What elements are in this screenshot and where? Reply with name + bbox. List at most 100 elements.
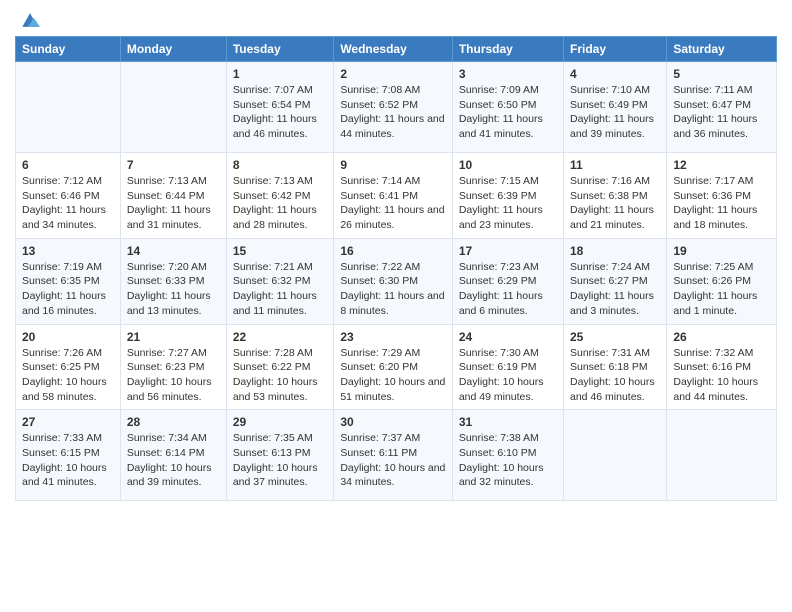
- calendar-cell: 29 Sunrise: 7:35 AMSunset: 6:13 PMDayligh…: [226, 410, 333, 501]
- calendar-cell: 14Sunrise: 7:20 AMSunset: 6:33 PMDayligh…: [120, 238, 226, 324]
- calendar-cell: 10Sunrise: 7:15 AMSunset: 6:39 PMDayligh…: [452, 153, 563, 239]
- day-number: 19: [673, 244, 770, 258]
- calendar-table: SundayMondayTuesdayWednesdayThursdayFrid…: [15, 36, 777, 501]
- calendar-cell: 18 Sunrise: 7:24 AMSunset: 6:27 PMDayligh…: [564, 238, 667, 324]
- day-number: 20: [22, 330, 114, 344]
- cell-content: Sunrise: 7:30 AMSunset: 6:19 PMDaylight:…: [459, 346, 557, 405]
- cell-content: Sunrise: 7:09 AMSunset: 6:50 PMDaylight:…: [459, 83, 557, 142]
- calendar-cell: 8 Sunrise: 7:13 AMSunset: 6:42 PMDaylight…: [226, 153, 333, 239]
- calendar-cell: 12 Sunrise: 7:17 AMSunset: 6:36 PMDayligh…: [667, 153, 777, 239]
- cell-content: Sunrise: 7:21 AMSunset: 6:32 PMDaylight:…: [233, 260, 327, 319]
- cell-content: Sunrise: 7:25 AMSunset: 6:26 PMDaylight:…: [673, 260, 770, 319]
- calendar-cell: 21 Sunrise: 7:27 AMSunset: 6:23 PMDayligh…: [120, 324, 226, 410]
- day-header: Tuesday: [226, 37, 333, 62]
- day-number: 9: [340, 158, 446, 172]
- cell-content: Sunrise: 7:13 AMSunset: 6:44 PMDaylight:…: [127, 174, 220, 233]
- calendar-cell: 22 Sunrise: 7:28 AMSunset: 6:22 PMDayligh…: [226, 324, 333, 410]
- day-number: 30: [340, 415, 446, 429]
- cell-content: Sunrise: 7:37 AMSunset: 6:11 PMDaylight:…: [340, 431, 446, 490]
- calendar-week-row: 27Sunrise: 7:33 AMSunset: 6:15 PMDayligh…: [16, 410, 777, 501]
- day-number: 26: [673, 330, 770, 344]
- day-number: 14: [127, 244, 220, 258]
- calendar-cell: 3Sunrise: 7:09 AMSunset: 6:50 PMDaylight…: [452, 62, 563, 153]
- calendar-cell: 16Sunrise: 7:22 AMSunset: 6:30 PMDayligh…: [334, 238, 453, 324]
- cell-content: Sunrise: 7:08 AMSunset: 6:52 PMDaylight:…: [340, 83, 446, 142]
- day-number: 16: [340, 244, 446, 258]
- cell-content: Sunrise: 7:24 AMSunset: 6:27 PMDaylight:…: [570, 260, 660, 319]
- day-header: Friday: [564, 37, 667, 62]
- calendar-cell: [667, 410, 777, 501]
- calendar-cell: 9 Sunrise: 7:14 AMSunset: 6:41 PMDaylight…: [334, 153, 453, 239]
- cell-content: Sunrise: 7:28 AMSunset: 6:22 PMDaylight:…: [233, 346, 327, 405]
- day-number: 7: [127, 158, 220, 172]
- cell-content: Sunrise: 7:27 AMSunset: 6:23 PMDaylight:…: [127, 346, 220, 405]
- calendar-cell: 15Sunrise: 7:21 AMSunset: 6:32 PMDayligh…: [226, 238, 333, 324]
- cell-content: Sunrise: 7:16 AMSunset: 6:38 PMDaylight:…: [570, 174, 660, 233]
- day-header: Sunday: [16, 37, 121, 62]
- day-header: Thursday: [452, 37, 563, 62]
- cell-content: Sunrise: 7:14 AMSunset: 6:41 PMDaylight:…: [340, 174, 446, 233]
- cell-content: Sunrise: 7:10 AMSunset: 6:49 PMDaylight:…: [570, 83, 660, 142]
- calendar-cell: 23 Sunrise: 7:29 AMSunset: 6:20 PMDayligh…: [334, 324, 453, 410]
- calendar-cell: 26 Sunrise: 7:32 AMSunset: 6:16 PMDayligh…: [667, 324, 777, 410]
- calendar-cell: 1Sunrise: 7:07 AMSunset: 6:54 PMDaylight…: [226, 62, 333, 153]
- day-number: 4: [570, 67, 660, 81]
- day-header: Wednesday: [334, 37, 453, 62]
- day-header: Monday: [120, 37, 226, 62]
- cell-content: Sunrise: 7:11 AMSunset: 6:47 PMDaylight:…: [673, 83, 770, 142]
- day-number: 12: [673, 158, 770, 172]
- header-row: SundayMondayTuesdayWednesdayThursdayFrid…: [16, 37, 777, 62]
- calendar-cell: 19 Sunrise: 7:25 AMSunset: 6:26 PMDayligh…: [667, 238, 777, 324]
- calendar-cell: 27Sunrise: 7:33 AMSunset: 6:15 PMDayligh…: [16, 410, 121, 501]
- cell-content: Sunrise: 7:17 AMSunset: 6:36 PMDaylight:…: [673, 174, 770, 233]
- day-number: 28: [127, 415, 220, 429]
- calendar-cell: 20 Sunrise: 7:26 AMSunset: 6:25 PMDayligh…: [16, 324, 121, 410]
- day-number: 8: [233, 158, 327, 172]
- calendar-cell: 2 Sunrise: 7:08 AMSunset: 6:52 PMDaylight…: [334, 62, 453, 153]
- day-number: 5: [673, 67, 770, 81]
- calendar-cell: 13Sunrise: 7:19 AMSunset: 6:35 PMDayligh…: [16, 238, 121, 324]
- calendar-cell: [120, 62, 226, 153]
- cell-content: Sunrise: 7:26 AMSunset: 6:25 PMDaylight:…: [22, 346, 114, 405]
- calendar-cell: 25 Sunrise: 7:31 AMSunset: 6:18 PMDayligh…: [564, 324, 667, 410]
- day-number: 22: [233, 330, 327, 344]
- cell-content: Sunrise: 7:35 AMSunset: 6:13 PMDaylight:…: [233, 431, 327, 490]
- calendar-cell: [564, 410, 667, 501]
- day-number: 10: [459, 158, 557, 172]
- cell-content: Sunrise: 7:19 AMSunset: 6:35 PMDaylight:…: [22, 260, 114, 319]
- calendar-cell: 5 Sunrise: 7:11 AMSunset: 6:47 PMDaylight…: [667, 62, 777, 153]
- cell-content: Sunrise: 7:32 AMSunset: 6:16 PMDaylight:…: [673, 346, 770, 405]
- day-number: 29: [233, 415, 327, 429]
- calendar-week-row: 20 Sunrise: 7:26 AMSunset: 6:25 PMDayligh…: [16, 324, 777, 410]
- page: SundayMondayTuesdayWednesdayThursdayFrid…: [0, 0, 792, 516]
- calendar-cell: 7 Sunrise: 7:13 AMSunset: 6:44 PMDaylight…: [120, 153, 226, 239]
- cell-content: Sunrise: 7:38 AMSunset: 6:10 PMDaylight:…: [459, 431, 557, 490]
- day-number: 18: [570, 244, 660, 258]
- cell-content: Sunrise: 7:23 AMSunset: 6:29 PMDaylight:…: [459, 260, 557, 319]
- logo: [15, 14, 42, 30]
- calendar-cell: 30 Sunrise: 7:37 AMSunset: 6:11 PMDayligh…: [334, 410, 453, 501]
- calendar-cell: 24Sunrise: 7:30 AMSunset: 6:19 PMDayligh…: [452, 324, 563, 410]
- day-number: 21: [127, 330, 220, 344]
- day-number: 25: [570, 330, 660, 344]
- cell-content: Sunrise: 7:13 AMSunset: 6:42 PMDaylight:…: [233, 174, 327, 233]
- calendar-cell: 6Sunrise: 7:12 AMSunset: 6:46 PMDaylight…: [16, 153, 121, 239]
- calendar-week-row: 1Sunrise: 7:07 AMSunset: 6:54 PMDaylight…: [16, 62, 777, 153]
- day-number: 11: [570, 158, 660, 172]
- cell-content: Sunrise: 7:12 AMSunset: 6:46 PMDaylight:…: [22, 174, 114, 233]
- calendar-cell: 17Sunrise: 7:23 AMSunset: 6:29 PMDayligh…: [452, 238, 563, 324]
- calendar-week-row: 6Sunrise: 7:12 AMSunset: 6:46 PMDaylight…: [16, 153, 777, 239]
- calendar-cell: 31 Sunrise: 7:38 AMSunset: 6:10 PMDayligh…: [452, 410, 563, 501]
- calendar-week-row: 13Sunrise: 7:19 AMSunset: 6:35 PMDayligh…: [16, 238, 777, 324]
- cell-content: Sunrise: 7:31 AMSunset: 6:18 PMDaylight:…: [570, 346, 660, 405]
- calendar-cell: 28 Sunrise: 7:34 AMSunset: 6:14 PMDayligh…: [120, 410, 226, 501]
- day-header: Saturday: [667, 37, 777, 62]
- logo-icon: [18, 10, 42, 30]
- calendar-cell: 11 Sunrise: 7:16 AMSunset: 6:38 PMDayligh…: [564, 153, 667, 239]
- day-number: 2: [340, 67, 446, 81]
- day-number: 23: [340, 330, 446, 344]
- calendar-cell: 4 Sunrise: 7:10 AMSunset: 6:49 PMDaylight…: [564, 62, 667, 153]
- cell-content: Sunrise: 7:34 AMSunset: 6:14 PMDaylight:…: [127, 431, 220, 490]
- day-number: 31: [459, 415, 557, 429]
- cell-content: Sunrise: 7:29 AMSunset: 6:20 PMDaylight:…: [340, 346, 446, 405]
